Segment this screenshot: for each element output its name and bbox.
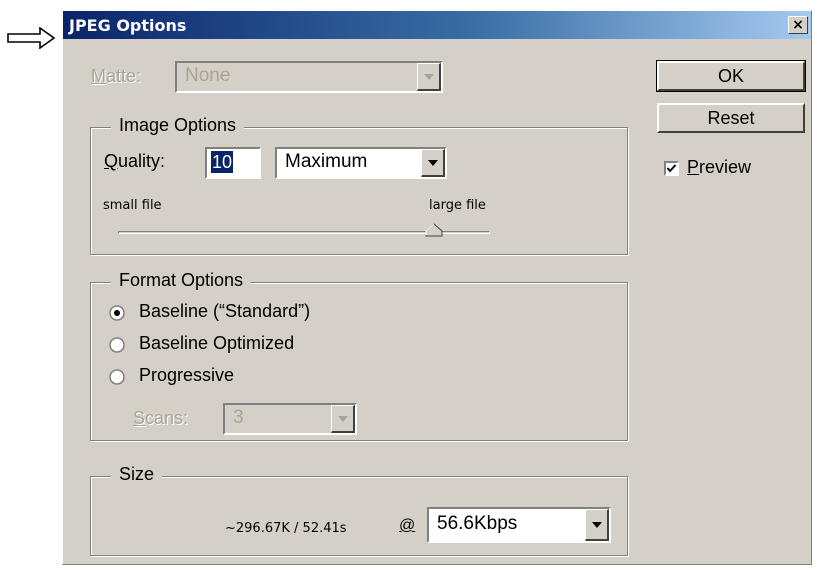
radio-unselected-icon[interactable] [109, 369, 125, 385]
close-button[interactable]: × [788, 16, 808, 34]
chevron-down-icon [427, 159, 438, 166]
quality-preset-value: Maximum [285, 151, 368, 172]
slider-min-label: small file [103, 198, 162, 213]
download-speed-dropdown-button[interactable] [585, 509, 609, 541]
format-options-legend: Format Options [111, 270, 252, 291]
chevron-down-icon [423, 73, 434, 80]
slider-max-label: large file [429, 198, 486, 213]
quality-input[interactable]: 10 [205, 147, 261, 179]
matte-select[interactable]: None [175, 61, 443, 93]
scans-select[interactable]: 3 [223, 403, 357, 435]
quality-preset-dropdown-button[interactable] [421, 149, 445, 177]
matte-dropdown-button[interactable] [417, 63, 441, 91]
radio-selected-icon[interactable] [109, 305, 125, 321]
reset-button[interactable]: Reset [657, 103, 805, 133]
scans-label: Scans: [133, 408, 189, 428]
scans-value: 3 [233, 407, 244, 428]
jpeg-options-dialog: JPEG Options × Matte: None Image Options… [62, 10, 812, 565]
size-legend: Size [111, 464, 163, 485]
quality-label: Quality: [104, 151, 166, 171]
window-title: JPEG Options [69, 16, 187, 35]
format-option-label: Progressive [139, 365, 235, 385]
download-speed-select[interactable]: 56.6Kbps [427, 507, 611, 543]
matte-value: None [185, 65, 231, 86]
size-estimate: ~296.67K / 52.41s [225, 521, 347, 536]
title-bar[interactable]: JPEG Options × [63, 11, 811, 39]
format-option-label: Baseline Optimized [139, 333, 295, 353]
preview-checkbox[interactable] [664, 161, 679, 176]
close-icon: × [792, 17, 804, 33]
format-option-label: Baseline (“Standard”) [139, 301, 311, 321]
pointer-arrow-icon [7, 27, 56, 49]
matte-label: Matte: [91, 66, 142, 86]
download-speed-value: 56.6Kbps [437, 513, 518, 534]
checkmark-icon [666, 164, 677, 173]
quality-value: 10 [211, 151, 234, 173]
quality-preset-select[interactable]: Maximum [275, 147, 447, 179]
radio-unselected-icon[interactable] [109, 337, 125, 353]
image-options-legend: Image Options [111, 115, 245, 136]
quality-slider-thumb[interactable] [425, 223, 443, 237]
preview-label: Preview [687, 157, 752, 177]
chevron-down-icon [591, 521, 602, 528]
ok-button[interactable]: OK [656, 60, 806, 92]
at-symbol: @ [399, 517, 416, 534]
chevron-down-icon [337, 415, 348, 422]
scans-dropdown-button[interactable] [331, 405, 355, 433]
